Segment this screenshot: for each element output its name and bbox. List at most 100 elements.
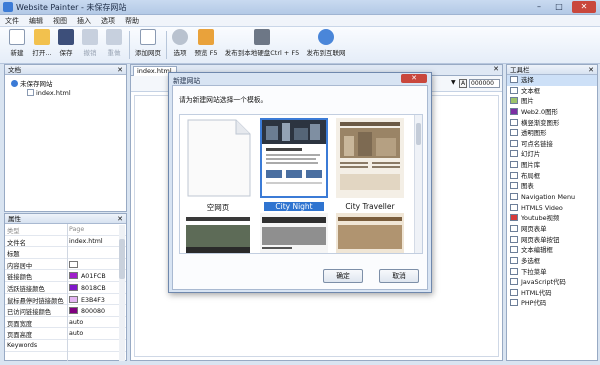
tool-item[interactable]: 透明图形 [507,128,597,139]
property-row[interactable]: 链接颜色 A01FCB [5,270,126,282]
property-row[interactable]: 标题 [5,247,126,259]
cancel-button[interactable]: 取消 [379,269,419,283]
properties-header: 属性 ✕ [5,214,126,224]
publish-local-button[interactable]: 发布到本地硬盘Ctrl + F5 [222,29,302,62]
menu-view[interactable]: 视图 [48,15,72,26]
menu-edit[interactable]: 编辑 [24,15,48,26]
tree-page-label: index.html [36,89,71,97]
property-value[interactable]: auto [69,330,121,337]
property-row[interactable]: 文件名 index.html [5,236,126,248]
toolbar-separator [129,31,130,59]
open-label: 打开... [32,49,52,57]
close-window-button[interactable]: ✕ [572,1,596,13]
tool-item[interactable]: 图片库 [507,160,597,171]
tool-item[interactable]: 多选框 [507,256,597,267]
tool-item[interactable]: HTML代码 [507,288,597,299]
menu-insert[interactable]: 插入 [72,15,96,26]
ok-button[interactable]: 确定 [323,269,363,283]
template-label-city-night[interactable]: City Night [264,202,324,211]
menu-options[interactable]: 选项 [96,15,120,26]
dialog-close-button[interactable]: ✕ [401,74,427,83]
template-preview [260,213,328,253]
menu-file[interactable]: 文件 [0,15,24,26]
property-row[interactable]: 页面高度 auto [5,328,126,340]
tool-item[interactable]: 图表 [507,181,597,192]
tool-item[interactable]: 网页表单按钮 [507,235,597,246]
property-row[interactable]: 活跃链接颜色 8018CB [5,282,126,294]
template-blank[interactable] [184,118,252,198]
template-thumb-row2[interactable] [184,213,252,253]
options-label: 选项 [173,49,187,57]
tool-item[interactable]: 可点名链接 [507,139,597,150]
properties-scrollbar[interactable] [119,225,125,361]
tool-item[interactable]: Youtube视频 [507,213,597,224]
tool-item[interactable]: 网页表单 [507,224,597,235]
property-row[interactable]: 已访问链接颜色 800080 [5,305,126,317]
publish-internet-button[interactable]: 发布到互联网 [304,29,348,62]
tree-item-site[interactable]: 未保存网站 [11,78,53,88]
tool-item[interactable]: JavaScript代码 [507,277,597,288]
close-tab-icon[interactable]: ✕ [493,65,499,73]
gallery-scrollbar[interactable] [414,115,422,253]
tool-item[interactable]: 下拉菜单 [507,267,597,278]
coordinate-field[interactable]: 000000 [469,79,500,88]
maximize-button[interactable]: □ [550,1,568,13]
property-value[interactable]: 800080 [69,307,121,315]
page-icon [27,89,34,96]
preview-button[interactable]: 预览 F5 [192,29,220,62]
property-value[interactable]: A01FCB [69,272,121,280]
undo-button[interactable]: 撤销 [80,29,100,62]
property-value[interactable] [69,260,121,269]
tool-item[interactable]: PHP代码 [507,298,597,309]
template-label-city-traveller[interactable]: City Traveller [332,202,408,211]
template-city-night[interactable] [260,118,328,198]
tool-item[interactable]: 幻灯片 [507,149,597,160]
property-row[interactable]: 鼠标悬停时链接颜色 E3B4F3 [5,294,126,306]
color-swatch[interactable] [69,307,78,315]
property-value[interactable]: index.html [69,238,121,245]
property-key: 链接颜色 [7,274,33,282]
property-value[interactable]: 8018CB [69,283,121,292]
tool-item[interactable]: 文本编辑框 [507,245,597,256]
tool-item[interactable]: 选择 [507,75,597,86]
add-page-button[interactable]: 添加网页 [133,29,163,62]
tool-item[interactable]: 文本框 [507,86,597,97]
redo-button[interactable]: 重做 [104,29,124,62]
save-button[interactable]: 保存 [56,29,76,62]
color-swatch[interactable] [69,295,78,303]
tree-item-page[interactable]: index.html [27,89,71,97]
template-thumb-row2[interactable] [260,213,328,253]
property-row[interactable]: 内容居中 [5,259,126,271]
options-button[interactable]: 选项 [170,29,190,62]
property-key: 已访问链接颜色 [7,309,52,317]
close-panel-icon[interactable]: ✕ [588,65,594,75]
menu-help[interactable]: 帮助 [120,15,144,26]
minimize-button[interactable]: – [530,1,548,13]
tool-item[interactable]: HTML5 Video [507,203,597,214]
open-button[interactable]: 打开... [30,29,54,62]
new-button[interactable]: 新建 [6,29,28,62]
color-swatch[interactable] [69,283,78,291]
tool-item[interactable]: Web2.0图形 [507,107,597,118]
chevron-down-icon[interactable]: ▼ [451,79,457,89]
tool-item[interactable]: 图片 [507,96,597,107]
preview-icon [198,29,214,45]
tool-item[interactable]: 横竖渐变图形 [507,118,597,129]
template-label-blank[interactable]: 空网页 [180,202,256,213]
property-row[interactable]: 类型 Page [5,224,126,236]
text-size-icon: A [459,79,467,88]
checkbox[interactable] [69,260,78,268]
property-value[interactable]: auto [69,319,121,326]
template-thumb-row2[interactable] [336,213,404,253]
tool-item[interactable]: Navigation Menu [507,192,597,203]
template-city-traveller[interactable] [336,118,404,198]
close-panel-icon[interactable]: ✕ [117,214,123,224]
property-value[interactable]: E3B4F3 [69,295,121,304]
property-value[interactable]: Page [69,226,121,233]
close-panel-icon[interactable]: ✕ [117,65,123,75]
property-row[interactable]: Keywords [5,340,126,352]
floppy-icon [58,29,74,45]
property-row[interactable]: 页面宽度 auto [5,317,126,329]
tool-item[interactable]: 布局框 [507,171,597,182]
color-swatch[interactable] [69,272,78,280]
